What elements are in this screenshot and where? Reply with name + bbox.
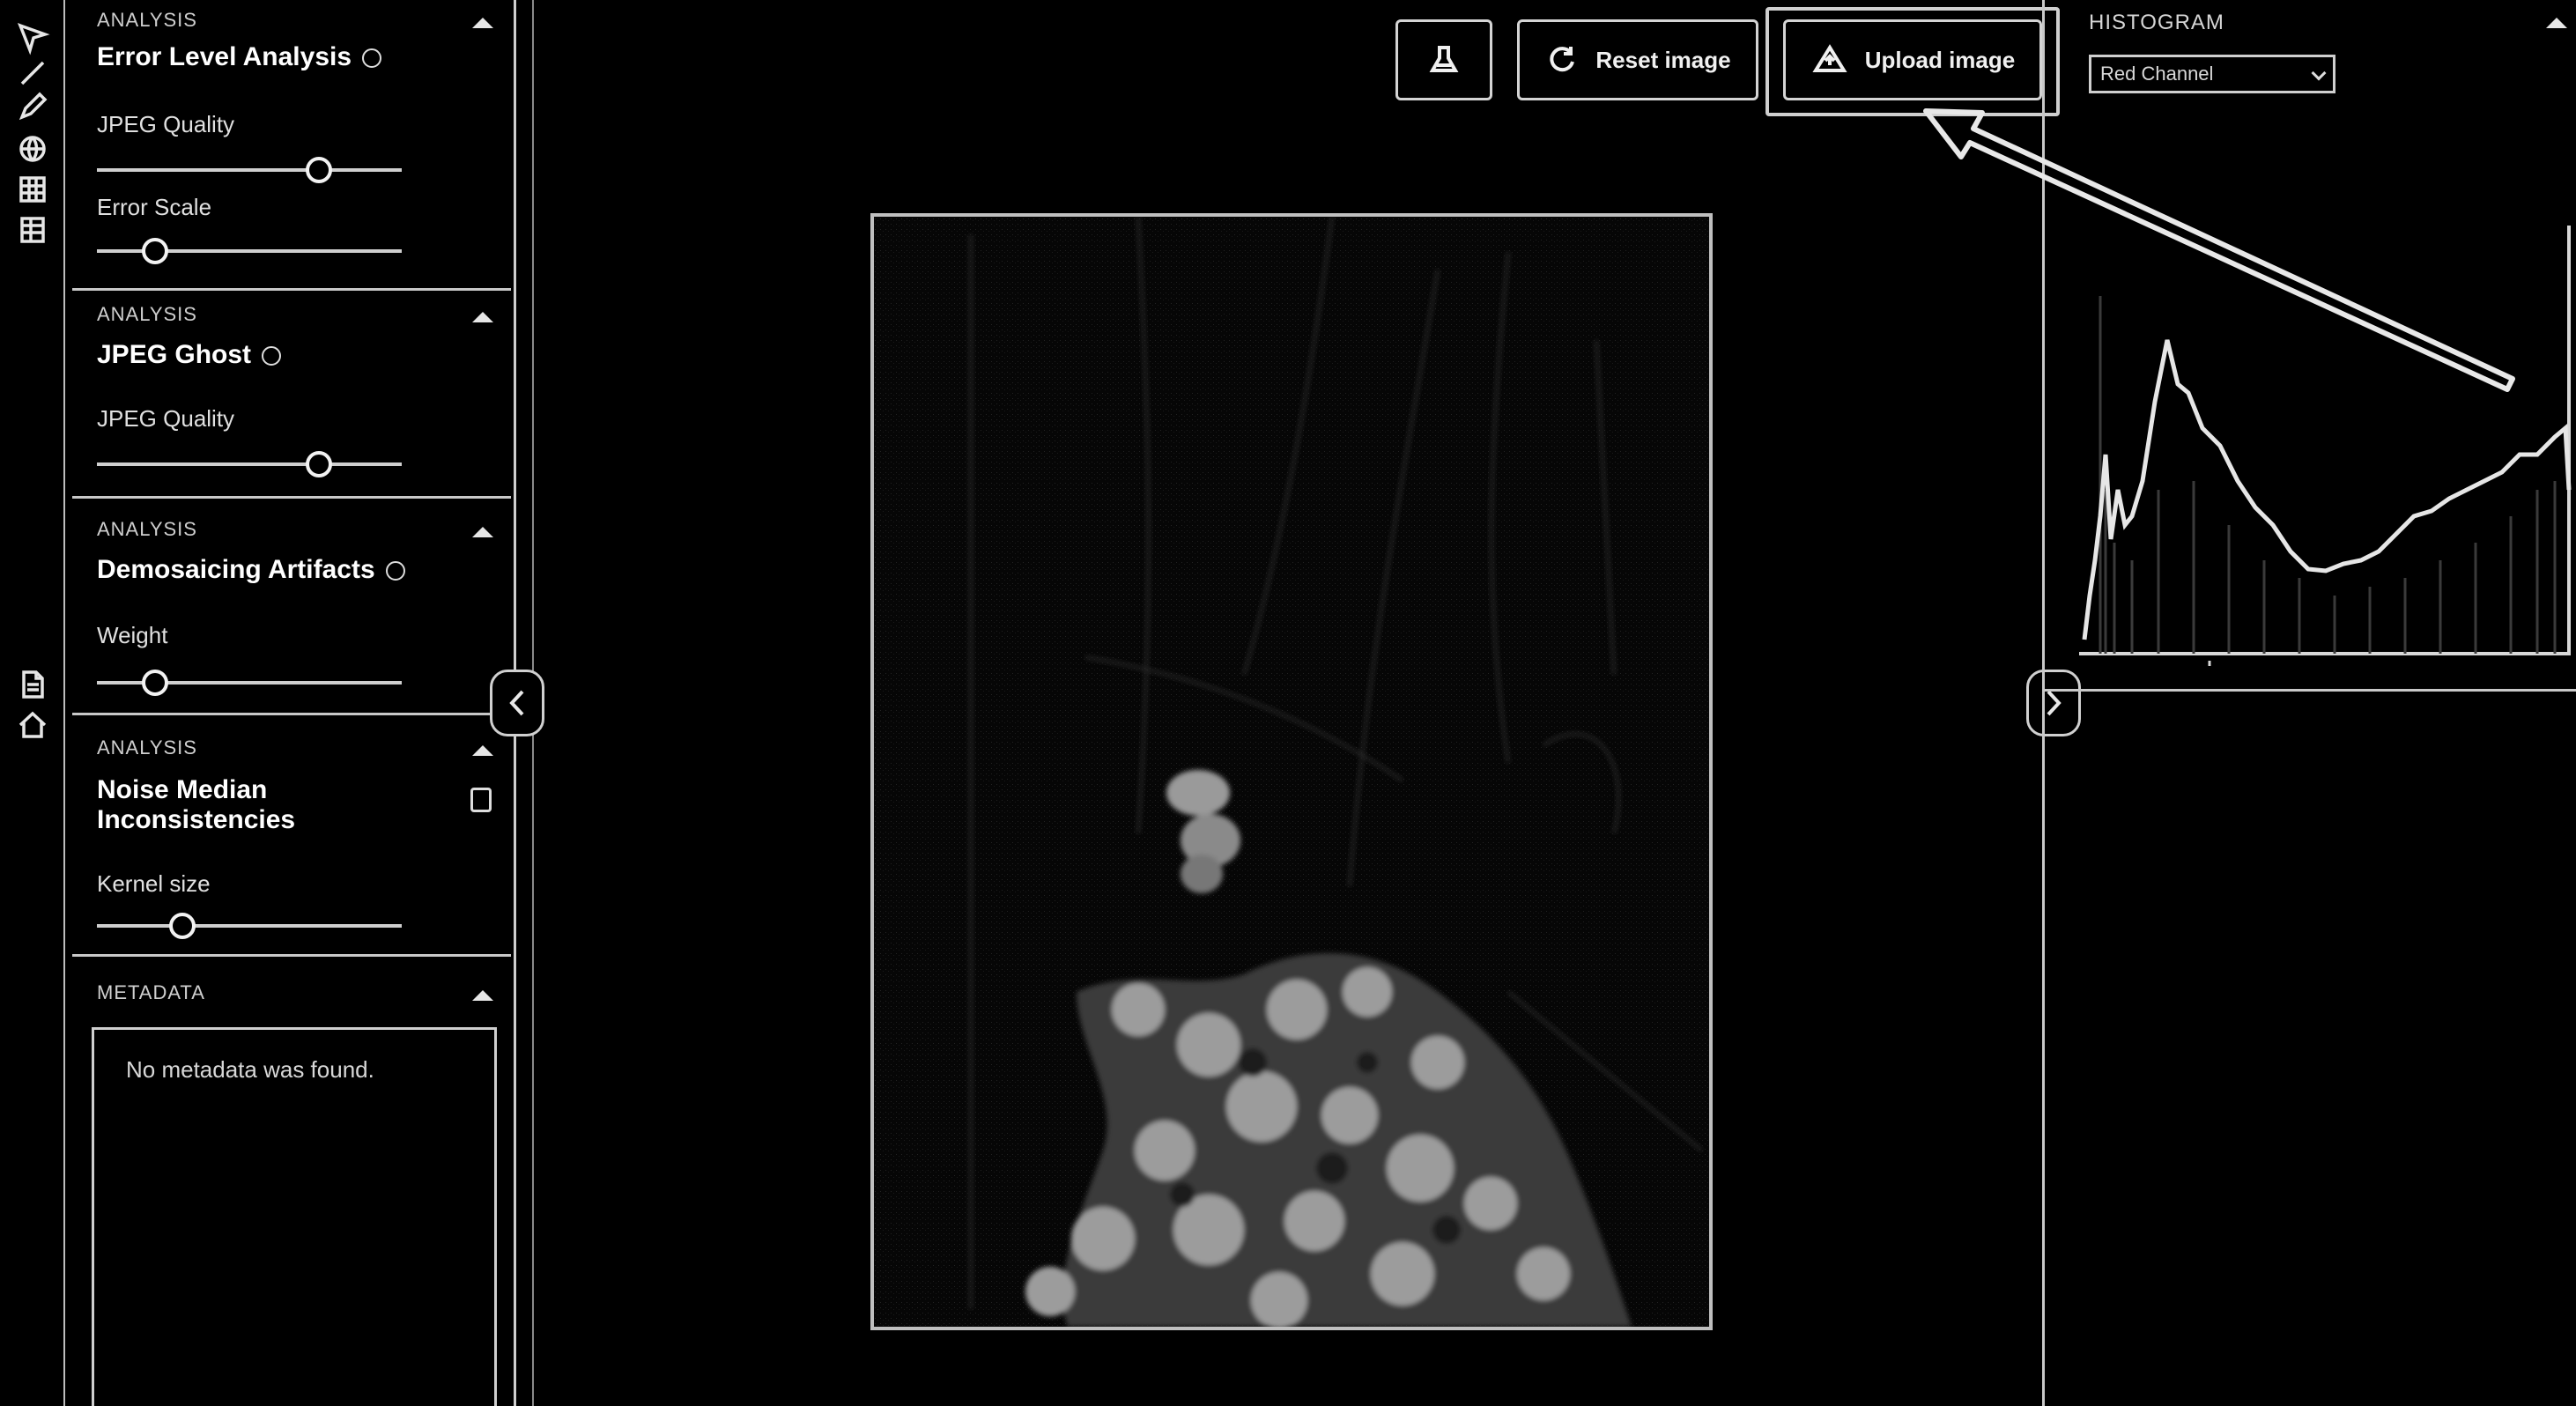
section-tag: ANALYSIS [97,303,197,325]
globe-icon[interactable] [12,129,53,169]
chevron-left-icon [509,690,524,716]
ghost-quality-slider[interactable] [97,451,402,477]
collapse-caret-icon[interactable] [472,527,493,537]
tools-panel: ANALYSIS Error Level Analysis JPEG Quali… [67,0,516,1406]
param-label: Kernel size [97,870,211,897]
weight-slider[interactable] [97,670,402,696]
metadata-output: No metadata was found. [92,1027,497,1406]
collapse-caret-icon[interactable] [472,18,493,28]
upload-icon [1812,44,1847,72]
metadata-section: METADATA No metadata was found. [72,957,511,1406]
slider-thumb[interactable] [169,913,196,939]
chevron-down-icon [2311,65,2327,81]
noise-median-section: ANALYSIS Noise Median Inconsistencies Ke… [72,715,511,957]
collapse-caret-icon[interactable] [2546,18,2567,28]
reset-icon [1550,47,1575,72]
home-icon[interactable] [12,705,53,745]
collapse-caret-icon[interactable] [472,990,493,1001]
channel-select[interactable]: Red Channel [2089,55,2335,93]
histogram-axes [2079,226,2571,655]
reset-image-button[interactable]: Reset image [1517,19,1758,100]
slider-track[interactable] [97,462,402,466]
pen-tool-icon[interactable] [12,86,53,127]
collapse-caret-icon[interactable] [472,745,493,756]
section-title: Demosaicing Artifacts [97,555,405,585]
upload-label: Upload image [1864,46,2016,73]
info-icon[interactable] [385,561,405,581]
tool-rail [0,0,65,1406]
section-title: JPEG Ghost [97,340,282,370]
metadata-text: No metadata was found. [126,1056,374,1083]
demosaicing-section: ANALYSIS Demosaicing Artifacts Weight [72,499,511,715]
info-icon[interactable] [362,48,382,69]
info-icon[interactable] [262,346,282,366]
histogram-chart [2079,226,2572,666]
kernel-size-slider[interactable] [97,913,402,939]
slider-thumb[interactable] [141,670,168,696]
ela-section: ANALYSIS Error Level Analysis JPEG Quali… [72,0,511,291]
param-label: Weight [97,622,168,648]
upload-image-button[interactable]: Upload image [1783,19,2042,100]
param-label: JPEG Quality [97,111,235,137]
table-icon[interactable] [12,210,53,250]
flask-icon [1429,46,1459,72]
slider-thumb[interactable] [141,238,168,264]
histogram-panel: HISTOGRAM Red Channel [2042,0,2576,1406]
copy-icon[interactable] [470,788,492,812]
channel-select-value: Red Channel [2100,63,2214,85]
collapse-left-panel-button[interactable] [490,670,544,736]
section-tag: ANALYSIS [97,736,197,758]
section-title: Noise Median Inconsistencies [97,775,296,834]
section-tag: ANALYSIS [97,9,197,31]
jpeg-quality-slider[interactable] [97,157,402,183]
slider-thumb[interactable] [306,451,332,477]
document-icon[interactable] [12,664,53,705]
param-label: JPEG Quality [97,405,235,432]
histogram-tag: HISTOGRAM [2089,11,2224,34]
jpeg-ghost-section: ANALYSIS JPEG Ghost JPEG Quality [72,291,511,499]
collapse-caret-icon[interactable] [472,312,493,322]
error-scale-slider[interactable] [97,238,402,264]
reset-label: Reset image [1595,46,1731,73]
ela-result-image [874,217,1709,1327]
grid-icon[interactable] [12,169,53,210]
slider-track[interactable] [97,168,402,172]
analysis-image[interactable] [870,213,1713,1330]
section-tag: METADATA [97,981,205,1003]
slider-track[interactable] [97,924,402,928]
slider-thumb[interactable] [306,157,332,183]
analysis-settings-button[interactable] [1395,19,1492,100]
right-panel-divider [2042,689,2576,692]
param-label: Error Scale [97,194,212,220]
section-tag: ANALYSIS [97,518,197,540]
section-title: Error Level Analysis [97,42,382,72]
